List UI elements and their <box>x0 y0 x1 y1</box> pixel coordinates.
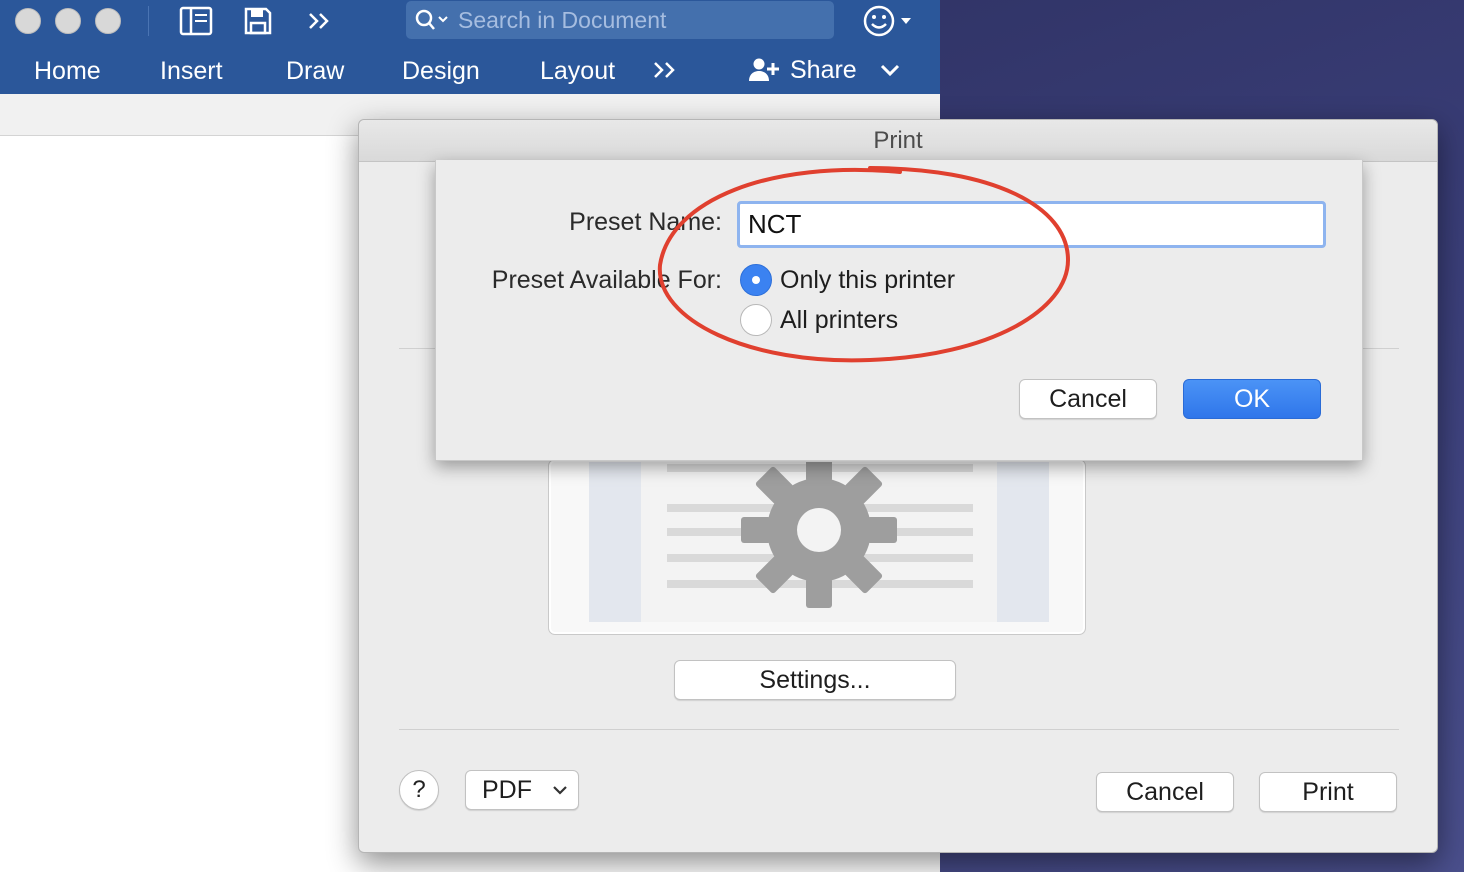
tab-insert[interactable]: Insert <box>160 48 223 94</box>
printer-preview <box>548 452 1086 635</box>
tab-layout[interactable]: Layout <box>540 48 615 94</box>
radio-all-printers[interactable]: All printers <box>740 304 898 336</box>
save-icon[interactable] <box>240 4 276 38</box>
chevron-down-icon <box>901 18 911 24</box>
search-box[interactable] <box>406 1 834 39</box>
zoom-window-button[interactable] <box>95 8 121 34</box>
tab-home[interactable]: Home <box>34 48 101 94</box>
help-button[interactable]: ? <box>399 770 439 810</box>
chevron-down-icon[interactable] <box>879 63 901 77</box>
radio-label: Only this printer <box>780 265 956 294</box>
double-chevron-icon[interactable] <box>302 4 338 38</box>
toolbar-divider <box>148 6 149 36</box>
printer-settings-icon <box>589 452 1049 622</box>
sidebar-icon[interactable] <box>178 4 214 38</box>
close-window-button[interactable] <box>15 8 41 34</box>
pdf-label: PDF <box>482 775 532 804</box>
cancel-preset-button[interactable]: Cancel <box>1019 379 1157 419</box>
add-person-icon <box>749 58 779 81</box>
search-icon <box>406 8 458 32</box>
print-button[interactable]: Print <box>1259 772 1397 812</box>
radio-only-this-printer[interactable]: Only this printer <box>740 264 955 296</box>
radio-selected[interactable] <box>740 264 772 296</box>
preset-available-label: Preset Available For: <box>491 266 722 294</box>
pdf-menu-button[interactable]: PDF <box>465 770 579 810</box>
search-input[interactable] <box>458 6 818 34</box>
smiley-icon[interactable] <box>862 4 922 38</box>
tab-design[interactable]: Design <box>402 48 480 94</box>
preset-name-label: Preset Name: <box>569 208 722 236</box>
share-label: Share <box>790 55 857 84</box>
settings-button[interactable]: Settings... <box>674 660 956 700</box>
print-dialog-title: Print <box>359 120 1437 162</box>
tab-draw[interactable]: Draw <box>286 48 344 94</box>
share-button[interactable]: Share <box>748 48 901 92</box>
preset-name-field[interactable] <box>737 201 1326 248</box>
cancel-print-button[interactable]: Cancel <box>1096 772 1234 812</box>
chevron-down-icon <box>553 786 567 795</box>
more-tabs-icon[interactable] <box>652 46 680 92</box>
save-preset-sheet: Preset Name: Preset Available For: Only … <box>435 160 1363 461</box>
divider <box>399 729 1399 730</box>
radio-label: All printers <box>780 305 899 334</box>
minimize-window-button[interactable] <box>55 8 81 34</box>
radio-unselected[interactable] <box>740 304 772 336</box>
ok-button[interactable]: OK <box>1183 379 1321 419</box>
